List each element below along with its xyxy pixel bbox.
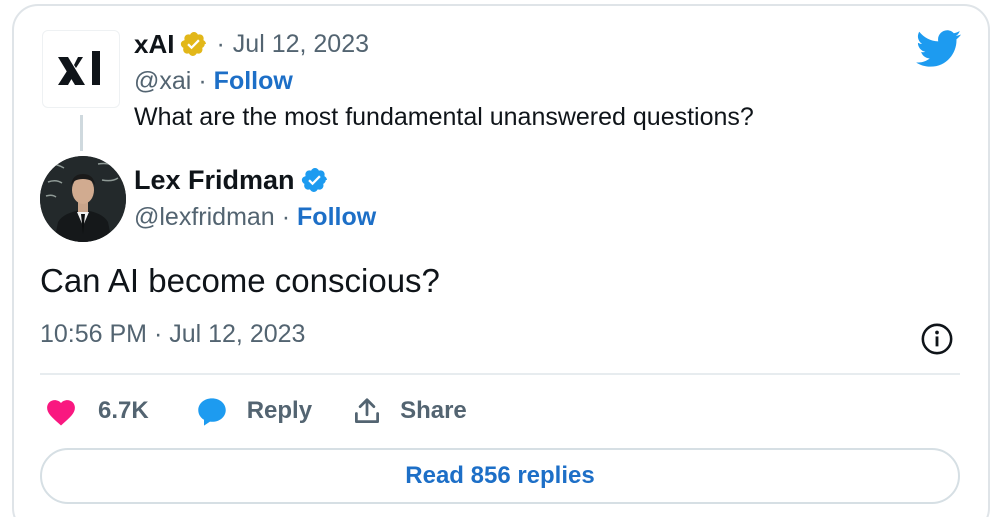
xai-logo-icon: [58, 51, 100, 85]
quoted-author-name[interactable]: xAI: [134, 29, 174, 60]
tweet-author-name[interactable]: Lex Fridman: [134, 165, 295, 196]
quoted-date[interactable]: Jul 12, 2023: [233, 30, 369, 59]
reply-label: Reply: [246, 397, 313, 424]
tweet-actions-bar: 6.7K Reply Share: [44, 392, 467, 430]
info-circle-icon[interactable]: [920, 322, 954, 356]
gold-verified-badge-icon: [181, 32, 207, 56]
quoted-header: xAI · Jul 12, 2023: [134, 27, 369, 61]
separator-dot: ·: [216, 29, 225, 58]
quoted-tweet-text: What are the most fundamental unanswered…: [134, 102, 754, 131]
lex-fridman-avatar[interactable]: [40, 156, 126, 242]
share-upload-icon: [355, 398, 380, 423]
like-button[interactable]: 6.7K: [44, 396, 149, 426]
xai-avatar[interactable]: [42, 30, 120, 108]
quoted-handle[interactable]: @xai: [134, 67, 191, 96]
speech-bubble-icon: [197, 398, 226, 426]
tweet-handle-row: @lexfridman · Follow: [134, 200, 376, 234]
reply-button[interactable]: Reply: [195, 395, 312, 427]
avatar-photo: [40, 156, 126, 242]
twitter-bird-icon[interactable]: [916, 30, 962, 68]
thread-connector-line: [80, 115, 83, 151]
like-count: 6.7K: [98, 397, 149, 424]
follow-lex-button[interactable]: Follow: [297, 203, 376, 232]
tweet-author-handle[interactable]: @lexfridman: [134, 203, 275, 232]
separator-dot: ·: [281, 202, 291, 231]
blue-verified-badge-icon: [301, 168, 327, 192]
tweet-text: Can AI become conscious?: [40, 262, 440, 299]
tweet-author-header: Lex Fridman: [134, 162, 329, 198]
share-button[interactable]: Share: [352, 395, 467, 427]
tweet-timestamp[interactable]: 10:56 PM · Jul 12, 2023: [40, 320, 305, 349]
share-label: Share: [400, 397, 467, 424]
separator-dot: ·: [198, 66, 207, 95]
divider: [40, 373, 960, 375]
follow-xai-button[interactable]: Follow: [214, 67, 293, 96]
read-replies-button[interactable]: Read 856 replies: [40, 448, 960, 504]
quoted-handle-row: @xai · Follow: [134, 64, 293, 98]
heart-icon: [47, 400, 75, 426]
